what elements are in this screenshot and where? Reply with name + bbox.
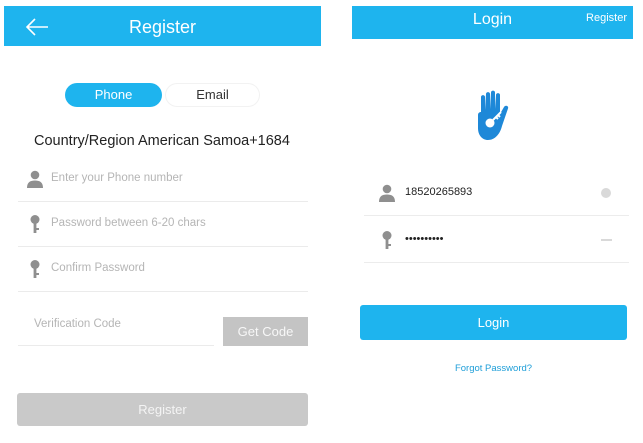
phone-number-field[interactable]: Enter your Phone number xyxy=(18,157,308,202)
password-field[interactable]: Password between 6-20 chars xyxy=(18,202,308,247)
get-code-button[interactable]: Get Code xyxy=(223,317,308,346)
clear-input-icon[interactable] xyxy=(601,188,611,198)
register-button[interactable]: Register xyxy=(17,393,308,426)
user-icon xyxy=(27,170,43,188)
country-region-value: American Samoa+1684 xyxy=(137,133,290,149)
key-icon xyxy=(30,260,40,278)
password-field[interactable]: •••••••••• xyxy=(364,218,629,263)
key-icon xyxy=(382,231,392,249)
login-button[interactable]: Login xyxy=(360,305,627,340)
username-value: 18520265893 xyxy=(405,186,473,198)
register-screen: Register Phone Email Country/Region Amer… xyxy=(0,0,330,443)
verification-code-field[interactable]: Verification Code xyxy=(18,307,214,346)
user-icon xyxy=(379,184,395,202)
register-link[interactable]: Register xyxy=(586,12,627,24)
forgot-password-link[interactable]: Forgot Password? xyxy=(350,363,637,374)
password-placeholder: Password between 6-20 chars xyxy=(51,217,206,229)
tab-phone[interactable]: Phone xyxy=(65,83,162,107)
register-method-toggle: Phone Email xyxy=(65,83,260,107)
login-screen: Login Register 18520265893 •••••••••• Lo… xyxy=(350,0,643,443)
tab-email[interactable]: Email xyxy=(165,83,260,107)
key-icon xyxy=(30,215,40,233)
phone-number-placeholder: Enter your Phone number xyxy=(51,172,183,184)
page-title: Register xyxy=(128,17,197,37)
country-region-label: Country/Region xyxy=(34,133,135,149)
login-header: Login Register xyxy=(352,6,633,39)
confirm-password-placeholder: Confirm Password xyxy=(51,262,145,274)
verification-code-placeholder: Verification Code xyxy=(34,318,121,330)
username-field[interactable]: 18520265893 xyxy=(364,171,629,216)
confirm-password-field[interactable]: Confirm Password xyxy=(18,247,308,292)
toggle-password-visibility-icon[interactable] xyxy=(601,239,612,241)
country-region-selector[interactable]: Country/Region American Samoa+1684 xyxy=(34,133,290,149)
register-header: Register xyxy=(4,6,321,46)
password-value: •••••••••• xyxy=(405,233,444,245)
hand-key-icon xyxy=(478,90,509,140)
